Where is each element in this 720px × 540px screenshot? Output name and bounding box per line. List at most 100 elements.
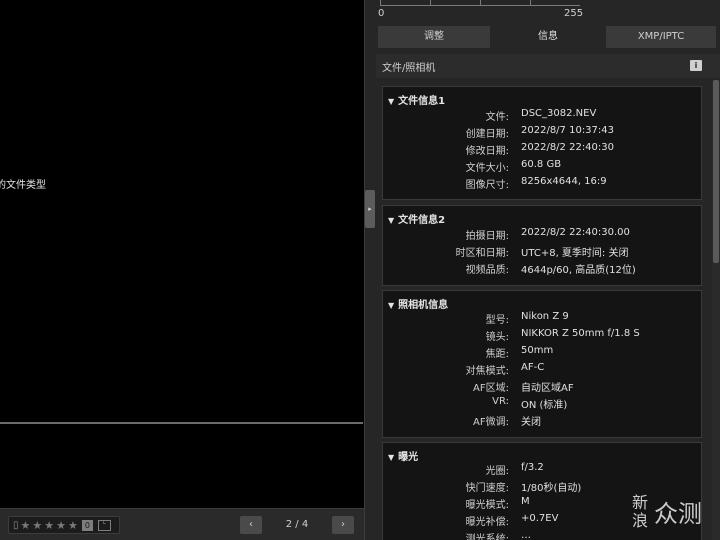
info-key: 视频品质:: [465, 265, 509, 276]
watermark-logo: 新浪 众测: [632, 494, 716, 534]
histogram-tick: [530, 0, 531, 6]
section-file-info-1: ▼ 文件信息1 文件: DSC_3082.NEV 创建日期: 2022/8/7 10:…: [382, 86, 702, 200]
info-value: 1/80秒(自动): [521, 483, 582, 494]
page-indicator: 2 / 4: [285, 519, 309, 530]
section-title: 文件信息1: [398, 96, 446, 107]
info-value: 8256x4644, 16:9: [521, 176, 607, 187]
info-key: 对焦模式:: [465, 366, 509, 377]
info-key: 文件:: [485, 112, 509, 123]
info-key: 镜头:: [485, 332, 509, 343]
unsupported-file-message: 的文件类型: [0, 180, 46, 191]
collapse-triangle-icon[interactable]: ▼: [388, 97, 394, 106]
info-row: AF微调: 关闭: [383, 413, 703, 430]
viewer-bottom-bar: ▯ ★ ★ ★ ★ ★ 0 L ‹ 2 / 4 ›: [0, 508, 370, 540]
info-value: 自动区域AF: [521, 383, 574, 394]
color-label-badge[interactable]: 0: [81, 519, 93, 531]
histogram-tick: [430, 0, 431, 6]
scrollbar-thumb[interactable]: [713, 80, 719, 263]
info-key: 拍摄日期:: [465, 231, 509, 242]
collapse-panel-button[interactable]: ▸: [365, 190, 375, 228]
collapse-triangle-icon[interactable]: ▼: [388, 301, 394, 310]
info-key: AF微调:: [473, 417, 509, 428]
info-row: 图像尺寸: 8256x4644, 16:9: [383, 176, 703, 193]
info-key: 型号:: [485, 315, 509, 326]
info-value: 60.8 GB: [521, 159, 562, 170]
info-key: 焦距:: [485, 349, 509, 360]
previous-button[interactable]: ‹: [240, 516, 262, 534]
section-title: 照相机信息: [398, 300, 449, 311]
tab-xmp-iptc[interactable]: XMP/IPTC: [606, 26, 716, 48]
info-value: Nikon Z 9: [521, 311, 569, 322]
info-row: 光圈: f/3.2: [383, 462, 703, 479]
label-badge[interactable]: L: [97, 519, 111, 531]
section-header[interactable]: ▼ 照相机信息: [388, 296, 448, 311]
info-row: 对焦模式: AF-C: [383, 362, 703, 379]
info-value: 4644p/60, 高品质(12位): [521, 265, 636, 276]
info-key: 快门速度:: [465, 483, 509, 494]
star-icon[interactable]: ★: [56, 520, 66, 531]
info-key: 光圈:: [485, 466, 509, 477]
info-key: 创建日期:: [465, 129, 509, 140]
info-row: 焦距: 50mm: [383, 345, 703, 362]
info-row: 时区和日期: UTC+8, 夏季时间: 关闭: [383, 244, 703, 261]
image-viewer-pane: 的文件类型: [0, 0, 364, 540]
section-file-info-2: ▼ 文件信息2 拍摄日期: 2022/8/2 22:40:30.00 时区和日期: U…: [382, 205, 702, 286]
info-value: 2022/8/7 10:37:43: [521, 125, 615, 136]
info-row: 镜头: NIKKOR Z 50mm f/1.8 S: [383, 328, 703, 345]
collapse-triangle-icon[interactable]: ▼: [388, 216, 394, 225]
info-value: 2022/8/2 22:40:30.00: [521, 227, 630, 238]
info-row: 文件大小: 60.8 GB: [383, 159, 703, 176]
info-icon[interactable]: i: [690, 60, 702, 71]
file-camera-title: 文件/照相机: [382, 63, 436, 74]
pane-divider[interactable]: [364, 0, 376, 540]
info-key: 曝光模式:: [465, 500, 509, 511]
info-key: 曝光补偿:: [465, 517, 509, 528]
viewer-separator: [0, 422, 363, 424]
info-value: AF-C: [521, 362, 545, 373]
info-value: …: [521, 530, 531, 540]
info-key: 修改日期:: [465, 146, 509, 157]
star-icon[interactable]: ★: [21, 520, 31, 531]
rating-control[interactable]: ▯ ★ ★ ★ ★ ★ 0 L: [8, 516, 120, 534]
histogram-tick: [480, 0, 481, 6]
next-button[interactable]: ›: [332, 516, 354, 534]
info-row: VR: ON (标准): [383, 396, 703, 413]
info-value: 2022/8/2 22:40:30: [521, 142, 615, 153]
histogram-axis: [380, 0, 580, 6]
info-value: DSC_3082.NEV: [521, 108, 597, 119]
info-key: 测光系统:: [465, 534, 509, 540]
info-value: ON (标准): [521, 400, 568, 411]
file-camera-header: 文件/照相机 i: [376, 54, 720, 78]
label-icon[interactable]: ▯: [13, 520, 19, 531]
info-key: 时区和日期:: [455, 248, 509, 259]
info-value: +0.7EV: [521, 513, 559, 524]
section-header[interactable]: ▼ 文件信息1: [388, 92, 445, 107]
collapse-triangle-icon[interactable]: ▼: [388, 453, 394, 462]
info-key: AF区域:: [473, 383, 509, 394]
info-row: 型号: Nikon Z 9: [383, 311, 703, 328]
info-key: 文件大小:: [465, 163, 509, 174]
panel-scrollbar[interactable]: [712, 80, 720, 540]
info-row: 文件: DSC_3082.NEV: [383, 108, 703, 125]
tab-info[interactable]: 信息: [493, 26, 603, 48]
section-header[interactable]: ▼ 曝光: [388, 448, 418, 463]
info-value: NIKKOR Z 50mm f/1.8 S: [521, 328, 640, 339]
info-panel: 0 255 调整 信息 XMP/IPTC 文件/照相机 i ▼ 文件信息1 文件:…: [376, 0, 720, 540]
info-key: 图像尺寸:: [465, 180, 509, 191]
info-value: UTC+8, 夏季时间: 关闭: [521, 248, 629, 259]
tab-adjust[interactable]: 调整: [378, 26, 490, 48]
watermark-line2: 众测: [654, 500, 702, 528]
info-row: 拍摄日期: 2022/8/2 22:40:30.00: [383, 227, 703, 244]
info-value: f/3.2: [521, 462, 544, 473]
star-icon[interactable]: ★: [32, 520, 42, 531]
info-value: M: [521, 496, 530, 507]
panel-tabs: 调整 信息 XMP/IPTC: [376, 26, 720, 48]
info-value: 50mm: [521, 345, 554, 356]
star-icon[interactable]: ★: [68, 520, 78, 531]
section-camera-info: ▼ 照相机信息 型号: Nikon Z 9 镜头: NIKKOR Z 50mm f/1…: [382, 290, 702, 438]
info-key: VR:: [492, 396, 509, 407]
histogram-max-label: 255: [564, 8, 584, 19]
star-icon[interactable]: ★: [44, 520, 54, 531]
info-row: 视频品质: 4644p/60, 高品质(12位): [383, 261, 703, 278]
section-header[interactable]: ▼ 文件信息2: [388, 211, 445, 226]
